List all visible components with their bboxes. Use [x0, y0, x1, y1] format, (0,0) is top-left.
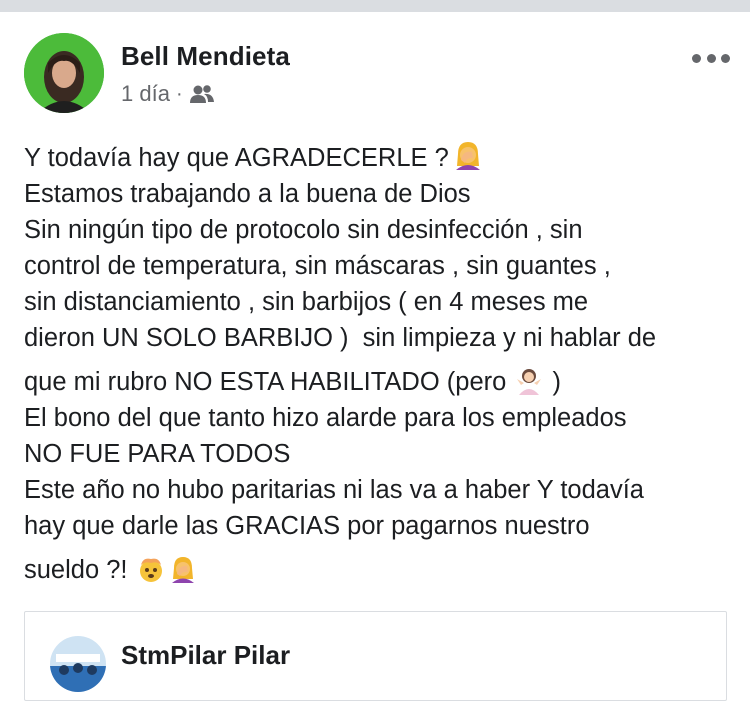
- post-line-text: sin distanciamiento , sin barbijos ( en …: [24, 288, 589, 316]
- post-line: sin distanciamiento , sin barbijos ( en …: [24, 284, 739, 320]
- post-line: Este año no hubo paritarias ni las va a …: [24, 472, 739, 508]
- post-line-text: hay que darle las GRACIAS por pagarnos n…: [24, 512, 590, 540]
- post-line-text: Sin ningún tipo de protocolo sin desinfe…: [24, 216, 583, 244]
- post-line-text: NO FUE PARA TODOS: [24, 440, 291, 468]
- post-line-text: control de temperatura, sin máscaras , s…: [24, 252, 611, 280]
- post-text: Y todavía hay que AGRADECERLE ? Estamos …: [24, 140, 739, 588]
- facepalm-emoji-icon: [453, 140, 483, 170]
- shrug-emoji-icon: [515, 361, 543, 395]
- post-line: NO FUE PARA TODOS: [24, 436, 739, 472]
- post-line: sueldo ?!: [24, 544, 739, 588]
- top-divider: [0, 0, 750, 12]
- post-line: Sin ningún tipo de protocolo sin desinfe…: [24, 212, 739, 248]
- author-avatar[interactable]: [24, 33, 104, 113]
- post-line: dieron UN SOLO BARBIJO ) sin limpieza y …: [24, 320, 739, 356]
- author-name[interactable]: Bell Mendieta: [121, 41, 290, 72]
- post-line: El bono del que tanto hizo alarde para l…: [24, 400, 739, 436]
- more-dot: [706, 53, 716, 63]
- facepalm-emoji-icon: [169, 549, 197, 583]
- post-meta: 1 día ·: [121, 81, 215, 107]
- more-options-icon[interactable]: [692, 50, 730, 66]
- post-line: Estamos trabajando a la buena de Dios: [24, 176, 739, 212]
- shared-author-name[interactable]: StmPilar Pilar: [121, 640, 290, 671]
- post-line: que mi rubro NO ESTA HABILITADO (pero ): [24, 356, 739, 400]
- exploding-head-emoji-icon: [137, 549, 165, 582]
- post-line-text: El bono del que tanto hizo alarde para l…: [24, 404, 627, 432]
- post-line: Y todavía hay que AGRADECERLE ?: [24, 140, 739, 176]
- post-line: control de temperatura, sin máscaras , s…: [24, 248, 739, 284]
- post-time[interactable]: 1 día: [121, 81, 170, 107]
- post-line-text: sueldo ?!: [24, 556, 128, 584]
- post-line-text: Estamos trabajando a la buena de Dios: [24, 180, 471, 208]
- friends-icon[interactable]: [189, 84, 215, 104]
- shared-author-avatar[interactable]: [50, 636, 106, 692]
- post-line-text: Y todavía hay que AGRADECERLE ?: [24, 144, 449, 172]
- more-dot: [692, 53, 701, 63]
- post-line: hay que darle las GRACIAS por pagarnos n…: [24, 508, 739, 544]
- shared-post-card[interactable]: StmPilar Pilar: [24, 611, 727, 701]
- post-line-text: Este año no hubo paritarias ni las va a …: [24, 476, 644, 504]
- more-dot: [721, 53, 730, 63]
- post-line-text: ): [552, 368, 561, 396]
- meta-separator: ·: [175, 82, 183, 105]
- post-line-text: dieron UN SOLO BARBIJO ) sin limpieza y …: [24, 324, 657, 352]
- post-line-text: que mi rubro NO ESTA HABILITADO (pero: [24, 368, 507, 396]
